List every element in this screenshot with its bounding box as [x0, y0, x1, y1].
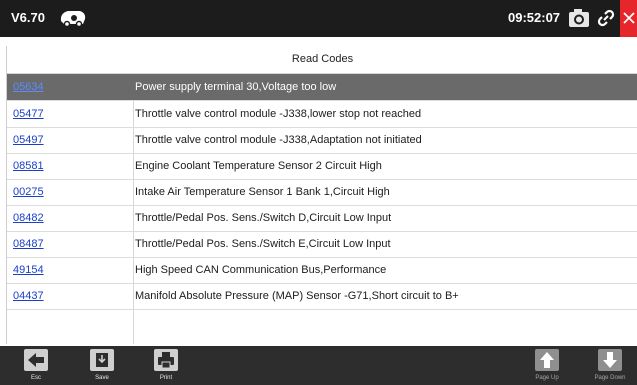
top-bar: V6.70 09:52:07: [0, 0, 637, 37]
table-row[interactable]: 08581 Engine Coolant Temperature Sensor …: [7, 153, 637, 180]
print-label: Print: [159, 375, 173, 381]
arrow-up-icon: [535, 349, 559, 371]
fault-description: Engine Coolant Temperature Sensor 2 Circ…: [135, 160, 382, 172]
save-label: Save: [95, 375, 109, 381]
read-codes-table: Read Codes 05634 Power supply terminal 3…: [6, 46, 637, 344]
table-title: Read Codes: [7, 46, 637, 74]
close-button[interactable]: [620, 0, 637, 37]
page-down-label: Page Down: [594, 375, 626, 381]
fault-code-link[interactable]: 05634: [13, 74, 44, 100]
fault-code-link[interactable]: 08581: [13, 153, 44, 179]
arrow-down-icon: [598, 349, 622, 371]
page-up-button[interactable]: Page Up: [530, 348, 564, 382]
save-button[interactable]: Save: [85, 348, 119, 382]
fault-code-link[interactable]: 00275: [13, 179, 44, 205]
table-row[interactable]: 08482 Throttle/Pedal Pos. Sens./Switch D…: [7, 205, 637, 232]
table-row[interactable]: 04437 Manifold Absolute Pressure (MAP) S…: [7, 283, 637, 310]
table-row[interactable]: 00275 Intake Air Temperature Sensor 1 Ba…: [7, 179, 637, 206]
fault-description: Power supply terminal 30,Voltage too low: [135, 81, 337, 93]
fault-description: Throttle valve control module -J338,lowe…: [135, 108, 422, 120]
fault-description: High Speed CAN Communication Bus,Perform…: [135, 264, 387, 276]
camera-icon[interactable]: [568, 8, 590, 28]
print-button[interactable]: Print: [149, 348, 183, 382]
close-icon: [623, 12, 635, 24]
fault-description: Throttle/Pedal Pos. Sens./Switch D,Circu…: [135, 212, 392, 224]
fault-code-link[interactable]: 49154: [13, 257, 44, 283]
fault-description: Intake Air Temperature Sensor 1 Bank 1,C…: [135, 186, 390, 198]
table-row[interactable]: 49154 High Speed CAN Communication Bus,P…: [7, 257, 637, 284]
esc-label: Esc: [30, 375, 41, 381]
esc-button[interactable]: Esc: [19, 348, 53, 382]
table-row[interactable]: 08487 Throttle/Pedal Pos. Sens./Switch E…: [7, 231, 637, 258]
clock: 09:52:07: [508, 10, 561, 25]
fault-code-link[interactable]: 08482: [13, 205, 44, 231]
bottom-toolbar: Esc Save Print Page Up Page Down: [0, 346, 637, 385]
table-row[interactable]: 05634 Power supply terminal 30,Voltage t…: [7, 74, 637, 101]
vw-logo-icon: [58, 7, 88, 29]
arrow-left-icon: [24, 349, 48, 371]
fault-code-link[interactable]: 05477: [13, 101, 44, 127]
fault-description: Throttle/Pedal Pos. Sens./Switch E,Circu…: [135, 238, 391, 250]
fault-code-link[interactable]: 04437: [13, 283, 44, 309]
page-up-label: Page Up: [535, 375, 559, 381]
table-row[interactable]: 05497 Throttle valve control module -J33…: [7, 127, 637, 154]
version-label: V6.70: [11, 10, 45, 25]
fault-description: Throttle valve control module -J338,Adap…: [135, 134, 422, 146]
fault-code-link[interactable]: 05497: [13, 127, 44, 153]
link-icon[interactable]: [596, 8, 616, 28]
print-icon: [154, 349, 178, 371]
save-icon: [90, 349, 114, 371]
table-row[interactable]: 05477 Throttle valve control module -J33…: [7, 101, 637, 128]
page-down-button[interactable]: Page Down: [593, 348, 627, 382]
fault-description: Manifold Absolute Pressure (MAP) Sensor …: [135, 290, 459, 302]
fault-code-link[interactable]: 08487: [13, 231, 44, 257]
